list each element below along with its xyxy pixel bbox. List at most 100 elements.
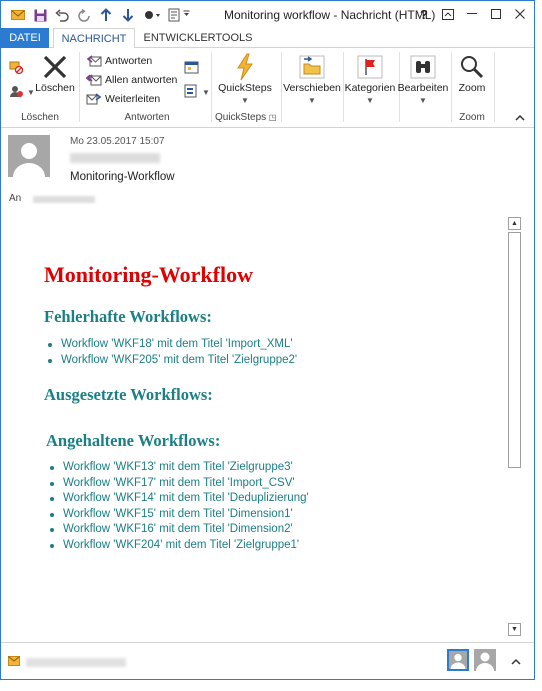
categorize-button[interactable]: Kategorien ▼ (343, 52, 397, 105)
magnifier-icon (457, 52, 487, 82)
forward-label: Weiterleiten (105, 93, 161, 105)
message-date: Mo 23.05.2017 15:07 (70, 136, 165, 147)
categorize-label: Kategorien (344, 82, 396, 94)
zoom-button[interactable]: Zoom (452, 52, 492, 94)
collapse-ribbon-button[interactable] (512, 108, 531, 126)
workflow-list: Workflow 'WKF18' mit dem Titel 'Import_X… (48, 337, 297, 368)
next-item-icon[interactable] (117, 5, 139, 25)
ribbon-separator (79, 52, 80, 122)
scroll-down-arrow-icon[interactable]: ▼ (508, 623, 521, 636)
people-avatar-selected[interactable] (447, 649, 469, 671)
ribbon-separator (211, 52, 212, 122)
close-button[interactable] (508, 3, 532, 25)
to-label: An (9, 193, 22, 204)
reply-label: Antworten (105, 55, 153, 67)
group-label-loeschen: Löschen (21, 112, 59, 123)
chevron-down-icon: ▼ (241, 96, 249, 105)
ribbon-display-options-icon[interactable] (436, 3, 460, 25)
tab-nachricht[interactable]: NACHRICHT (53, 28, 135, 49)
message-body: Monitoring-Workflow Fehlerhafte Workflow… (2, 214, 506, 639)
chevron-down-icon: ▼ (308, 96, 316, 105)
save-icon[interactable] (29, 5, 51, 25)
quicksteps-label: QuickSteps (218, 82, 272, 94)
window-title: Monitoring workflow - Nachricht (HTML) (224, 8, 436, 22)
forward-button[interactable]: Weiterleiten (86, 90, 160, 108)
section-title: Angehaltene Workflows: (46, 431, 221, 450)
section-title: Ausgesetzte Workflows: (44, 385, 213, 404)
dialog-launcher-icon[interactable]: ◳ (269, 113, 277, 122)
lightning-icon (230, 52, 260, 82)
chevron-up-icon[interactable] (511, 656, 521, 668)
move-label: Verschieben (283, 82, 341, 94)
list-item: Workflow 'WKF17' mit dem Titel 'Import_C… (50, 476, 309, 492)
undo-icon[interactable] (51, 5, 73, 25)
mark-icon[interactable] (139, 5, 165, 25)
outlook-message-window: Monitoring workflow - Nachricht (HTML) ?… (0, 0, 535, 680)
ribbon-separator (494, 52, 495, 122)
body-heading: Monitoring-Workflow (44, 262, 253, 287)
recipient-blurred (33, 196, 95, 203)
flag-icon (355, 52, 385, 82)
edit-label: Bearbeiten (397, 82, 449, 94)
list-item: Workflow 'WKF13' mit dem Titel 'Zielgrup… (50, 460, 309, 476)
window-controls: ? (412, 3, 532, 25)
group-label-antworten: Antworten (124, 112, 170, 123)
junk-icon (8, 83, 24, 99)
title-bar: Monitoring workflow - Nachricht (HTML) ? (1, 1, 534, 28)
more-respond-button[interactable]: ▼ (183, 82, 210, 100)
ignore-button[interactable] (8, 58, 27, 76)
message-header: Mo 23.05.2017 15:07 Monitoring-Workflow … (1, 129, 534, 209)
mail-icon (8, 656, 20, 669)
ribbon-tabs: DATEI NACHRICHT ENTWICKLERTOOLS (1, 28, 534, 49)
move-folder-icon (297, 52, 327, 82)
more-respond-icon (183, 83, 199, 99)
ignore-icon (8, 59, 24, 75)
tab-datei[interactable]: DATEI (1, 28, 49, 48)
vertical-scrollbar[interactable]: ▲ ▼ (508, 217, 522, 637)
delete-button[interactable]: Löschen (35, 52, 75, 94)
scroll-up-arrow-icon[interactable]: ▲ (508, 217, 521, 230)
reply-icon (86, 53, 102, 69)
delete-button-label: Löschen (35, 82, 75, 94)
move-button[interactable]: Verschieben ▼ (283, 52, 341, 105)
chevron-down-icon: ▼ (366, 96, 374, 105)
tab-entwicklertools[interactable]: ENTWICKLERTOOLS (143, 28, 253, 48)
scroll-thumb[interactable] (508, 232, 521, 468)
footer-sender-blurred (26, 658, 126, 667)
ribbon: ▼ Löschen Löschen Antworten Allen antwor… (1, 48, 534, 128)
reply-all-icon (86, 72, 102, 88)
quicksteps-button[interactable]: QuickSteps ▼ (217, 52, 273, 105)
ribbon-separator (281, 52, 282, 122)
section-title: Fehlerhafte Workflows: (44, 307, 212, 326)
list-item: Workflow 'WKF14' mit dem Titel 'Dedupliz… (50, 491, 309, 507)
people-avatar[interactable] (474, 649, 496, 671)
chevron-down-icon: ▼ (419, 96, 427, 105)
delete-x-icon (40, 52, 70, 82)
meeting-button[interactable] (183, 58, 202, 76)
zoom-label: Zoom (458, 82, 486, 94)
group-label-quicksteps-text: QuickSteps (215, 112, 267, 123)
reply-all-button[interactable]: Allen antworten (86, 71, 177, 89)
reply-button[interactable]: Antworten (86, 52, 152, 70)
redo-icon[interactable] (73, 5, 95, 25)
sender-avatar (8, 135, 50, 177)
minimize-button[interactable] (460, 3, 484, 25)
chevron-up-icon (512, 109, 528, 125)
maximize-button[interactable] (484, 3, 508, 25)
mail-icon (7, 5, 29, 25)
forward-icon (86, 91, 102, 107)
help-button[interactable]: ? (412, 3, 436, 25)
quick-access-toolbar (7, 5, 193, 25)
previous-item-icon[interactable] (95, 5, 117, 25)
list-item: Workflow 'WKF205' mit dem Titel 'Zielgru… (48, 353, 297, 369)
list-item: Workflow 'WKF16' mit dem Titel 'Dimensio… (50, 522, 309, 538)
list-item: Workflow 'WKF15' mit dem Titel 'Dimensio… (50, 507, 309, 523)
list-item: Workflow 'WKF204' mit dem Titel 'Zielgru… (50, 538, 309, 554)
chevron-down-icon: ▼ (27, 87, 35, 97)
workflow-list: Workflow 'WKF13' mit dem Titel 'Zielgrup… (50, 460, 309, 554)
junk-button[interactable]: ▼ (8, 82, 35, 100)
sender-name-blurred (70, 153, 160, 163)
chevron-down-icon: ▼ (202, 87, 210, 97)
customize-toolbar-icon[interactable] (165, 5, 193, 25)
edit-button[interactable]: Bearbeiten ▼ (397, 52, 449, 105)
